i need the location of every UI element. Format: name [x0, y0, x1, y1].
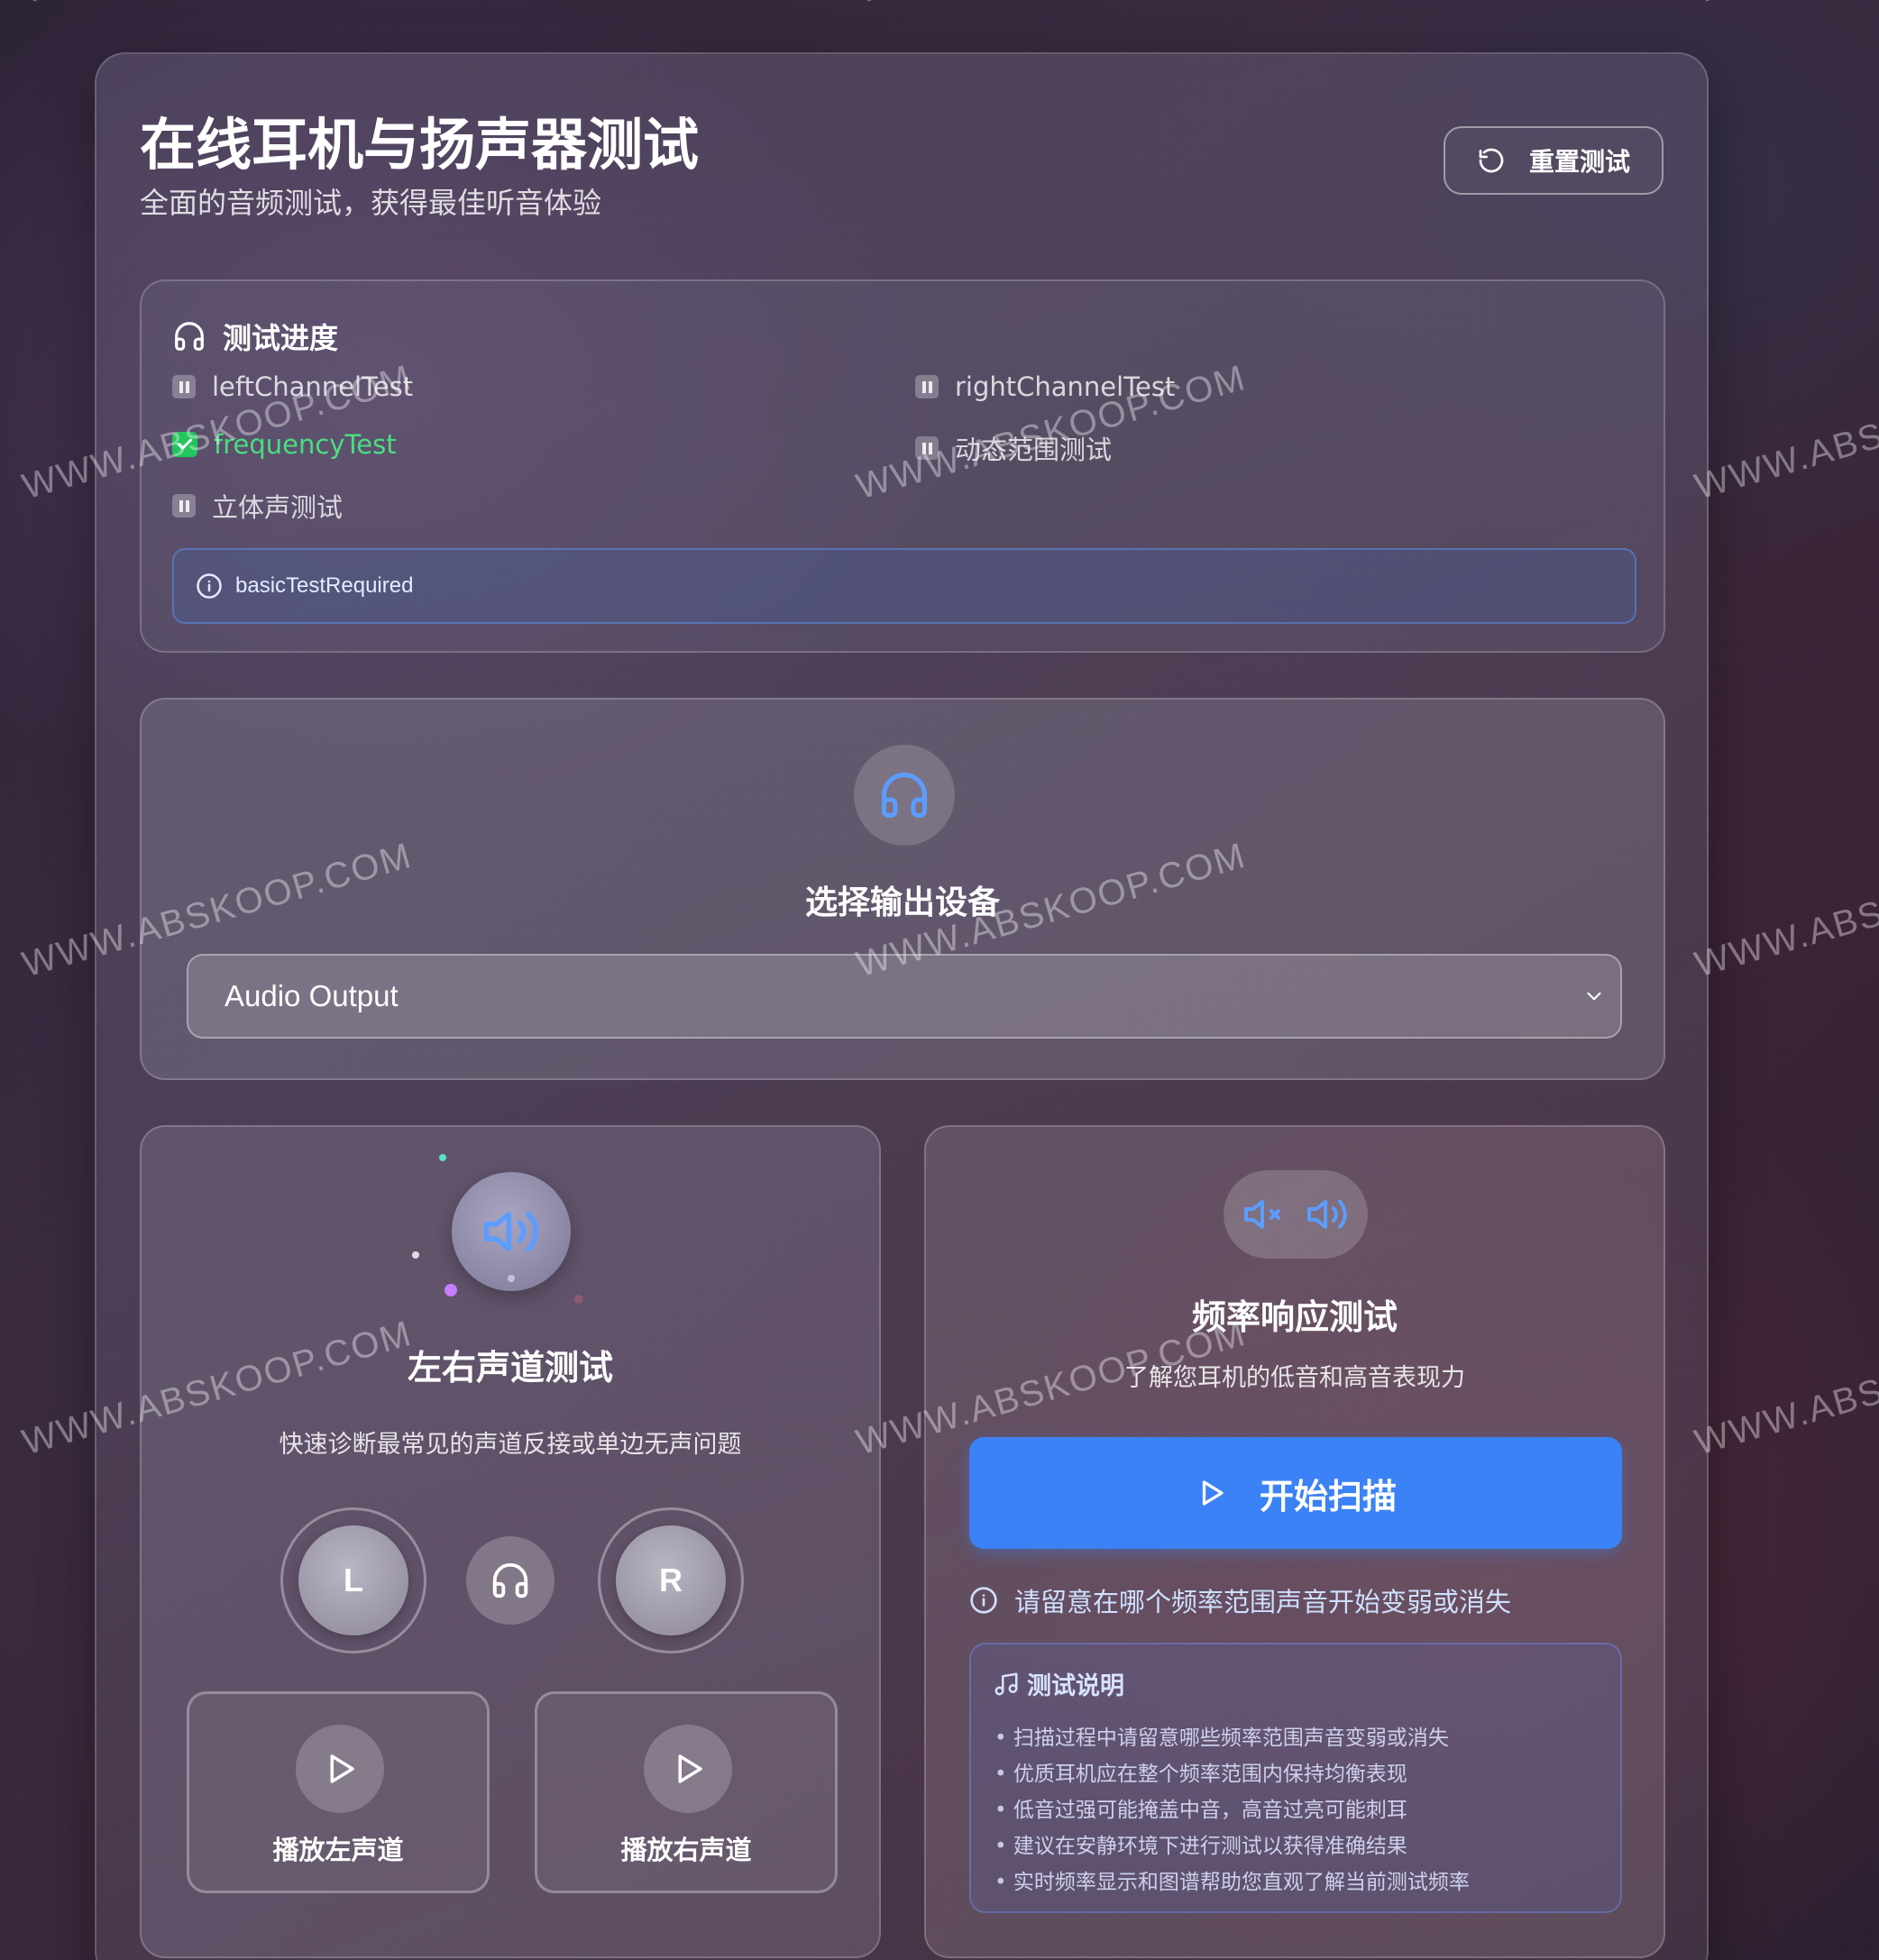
play-icon — [330, 1754, 354, 1783]
headphones-icon — [882, 773, 927, 818]
frequency-test-card: 频率响应测试 了解您耳机的低音和高音表现力 开始扫描 请留意在哪个频率范围声音开… — [924, 1125, 1665, 1958]
device-title: 选择输出设备 — [804, 884, 1000, 921]
left-channel-label: L — [298, 1525, 408, 1635]
mute-icon — [1244, 1200, 1280, 1229]
note-item: 优质耳机应在整个频率范围内保持均衡表现 — [994, 1756, 1470, 1792]
notes-title: 测试说明 — [1027, 1672, 1124, 1700]
progress-item-right-channel: rightChannelTest — [915, 371, 1175, 402]
play-left-button[interactable]: 播放左声道 — [187, 1691, 490, 1893]
play-icon — [1202, 1480, 1224, 1506]
speaker-icon — [483, 1212, 538, 1251]
pause-icon — [915, 436, 939, 460]
page-subtitle: 全面的音频测试，获得最佳听音体验 — [140, 186, 602, 220]
progress-item-label: rightChannelTest — [955, 371, 1176, 402]
output-device-select[interactable]: Audio Output — [187, 954, 1622, 1039]
frequency-hint: 请留意在哪个频率范围声音开始变弱或消失 — [969, 1581, 1511, 1619]
refresh-icon — [1479, 148, 1504, 173]
progress-heading: 测试进度 — [172, 316, 338, 357]
chevron-down-icon — [1587, 992, 1601, 1001]
info-banner: basicTestRequired — [172, 548, 1636, 624]
reset-test-button[interactable]: 重置测试 — [1444, 126, 1664, 195]
progress-item-label: leftChannelTest — [212, 371, 414, 402]
test-progress-card: 测试进度 leftChannelTest rightChannelTest fr… — [140, 279, 1665, 653]
headphones-badge — [466, 1536, 555, 1625]
selected-device: Audio Output — [225, 979, 399, 1012]
progress-item-stereo: 立体声测试 — [172, 487, 343, 525]
progress-title: 测试进度 — [223, 321, 339, 355]
note-item: 实时频率显示和图谱帮助您直观了解当前测试频率 — [994, 1864, 1470, 1900]
start-scan-label: 开始扫描 — [1259, 1476, 1397, 1516]
right-channel-label: R — [616, 1525, 726, 1635]
device-icon-badge — [854, 745, 955, 846]
info-icon — [197, 573, 222, 599]
speaker-badge — [452, 1172, 571, 1291]
play-right-button[interactable]: 播放右声道 — [535, 1691, 838, 1893]
note-item: 建议在安静环境下进行测试以获得准确结果 — [994, 1828, 1470, 1864]
pause-icon — [172, 494, 196, 517]
headphones-icon — [492, 1562, 528, 1598]
frequency-test-title: 频率响应测试 — [1191, 1297, 1398, 1337]
reset-button-label: 重置测试 — [1528, 147, 1630, 177]
test-notes-box: 测试说明 扫描过程中请留意哪些频率范围声音变弱或消失 优质耳机应在整个频率范围内… — [969, 1643, 1622, 1913]
decorative-dot — [412, 1251, 419, 1259]
progress-item-left-channel: leftChannelTest — [172, 371, 413, 402]
info-icon — [970, 1587, 997, 1614]
speaker-icon — [1307, 1200, 1347, 1229]
progress-item-label: frequencyTest — [214, 429, 397, 460]
right-channel-button[interactable]: R — [598, 1507, 744, 1653]
progress-item-label: 动态范围测试 — [955, 435, 1113, 465]
start-scan-button[interactable]: 开始扫描 — [969, 1437, 1622, 1549]
notes-list: 扫描过程中请留意哪些频率范围声音变弱或消失 优质耳机应在整个频率范围内保持均衡表… — [994, 1720, 1470, 1900]
play-icon — [678, 1754, 702, 1783]
note-item: 扫描过程中请留意哪些频率范围声音变弱或消失 — [994, 1720, 1470, 1756]
info-text: basicTestRequired — [235, 573, 414, 598]
pause-icon — [915, 375, 939, 398]
frequency-hint-text: 请留意在哪个频率范围声音开始变弱或消失 — [1014, 1587, 1512, 1617]
headphones-icon — [175, 322, 204, 351]
pause-icon — [172, 375, 196, 398]
channel-test-title: 左右声道测试 — [407, 1348, 613, 1388]
frequency-test-description: 了解您耳机的低音和高音表现力 — [1124, 1364, 1465, 1392]
note-item: 低音过强可能掩盖中音，高音过亮可能刺耳 — [994, 1792, 1470, 1828]
decorative-dot — [445, 1284, 457, 1296]
progress-item-label: 立体声测试 — [212, 492, 344, 523]
music-note-icon — [994, 1672, 1018, 1695]
page-title: 在线耳机与扬声器测试 — [140, 112, 700, 178]
decorative-dot — [574, 1295, 583, 1304]
left-channel-button[interactable]: L — [280, 1507, 426, 1653]
notes-heading: 测试说明 — [993, 1666, 1124, 1701]
play-icon-badge — [296, 1725, 384, 1813]
output-device-card: 选择输出设备 Audio Output — [140, 698, 1665, 1080]
decorative-dot — [439, 1154, 446, 1161]
play-right-label: 播放右声道 — [620, 1835, 752, 1865]
progress-item-dynamic-range: 动态范围测试 — [915, 429, 1112, 467]
channel-test-card: 左右声道测试 快速诊断最常见的声道反接或单边无声问题 L R 播放左声道 播放右… — [140, 1125, 881, 1958]
main-panel: 在线耳机与扬声器测试 全面的音频测试，获得最佳听音体验 重置测试 测试进度 le… — [95, 52, 1709, 1960]
play-left-label: 播放左声道 — [272, 1835, 404, 1865]
check-icon — [172, 432, 197, 457]
channel-test-description: 快速诊断最常见的声道反接或单边无声问题 — [279, 1431, 742, 1459]
play-icon-badge — [644, 1725, 732, 1813]
progress-item-frequency: frequencyTest — [172, 429, 397, 460]
volume-icons-pill — [1224, 1170, 1368, 1259]
